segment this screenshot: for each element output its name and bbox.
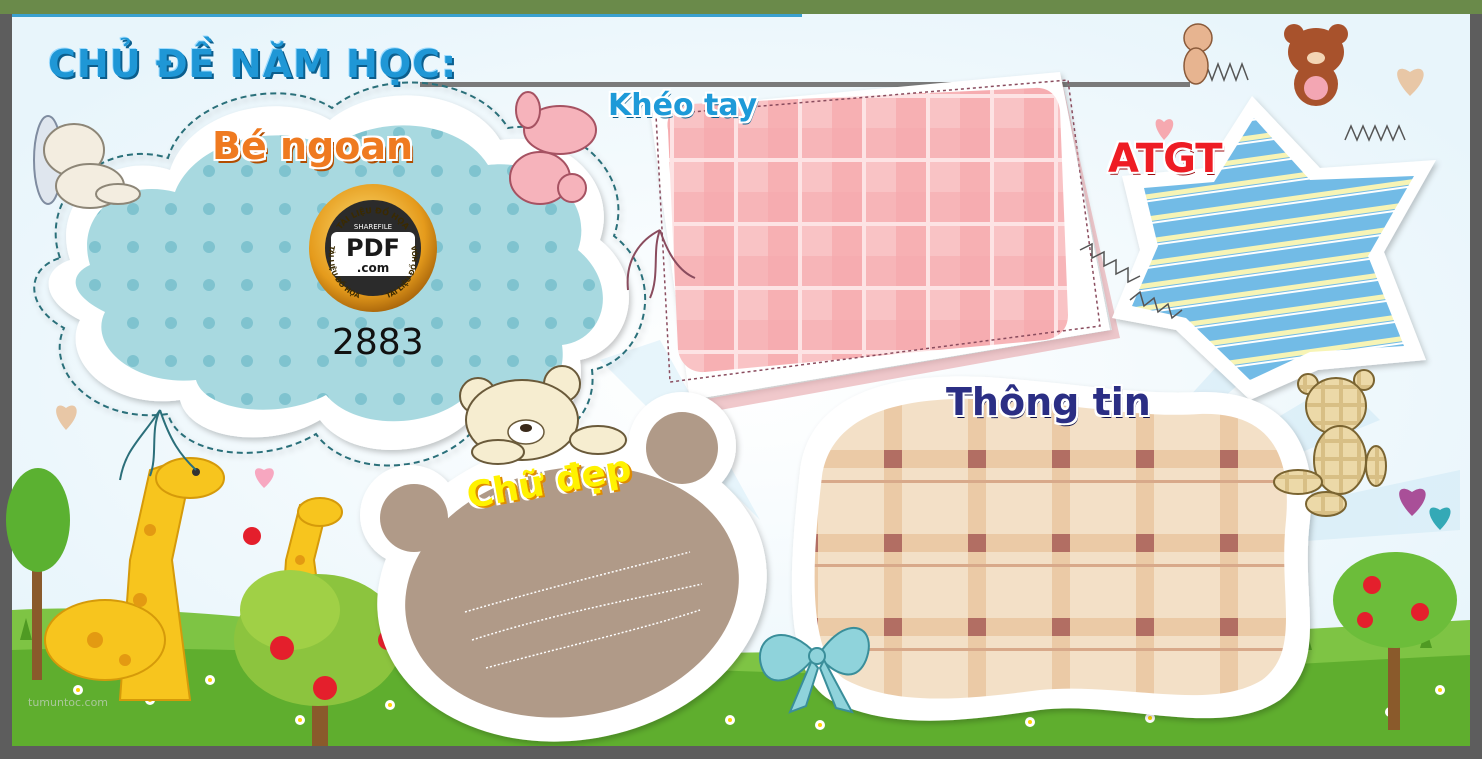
- watermark-brand-top: SHAREFILE: [354, 223, 392, 231]
- poster-title: CHỦ ĐỀ NĂM HỌC:: [48, 42, 458, 86]
- watermark-badge-text: TÀI LIỆU ĐỒ HỌA TÀI LIỆU ĐỒ HỌA TÀI LIỆU…: [327, 204, 420, 300]
- section-label-atgt: ATGT: [1108, 136, 1223, 182]
- section-label-thong-tin: Thông tin: [946, 380, 1151, 424]
- plaid-frame-thong-tin: [791, 376, 1312, 721]
- footer-watermark-text: tumuntoc.com: [28, 696, 109, 709]
- watermark-number: 2883: [332, 322, 424, 363]
- watermark-brand-main: PDF: [346, 234, 400, 262]
- watermark-brand-sub: .com: [357, 261, 389, 275]
- poster-stage: CHỦ ĐỀ NĂM HỌC: Bé ngoan Khéo tay ATGT C…: [0, 0, 1482, 759]
- section-label-be-ngoan: Bé ngoan: [212, 124, 414, 168]
- title-underline: [420, 82, 1190, 87]
- section-label-kheo-tay: Khéo tay: [608, 88, 758, 123]
